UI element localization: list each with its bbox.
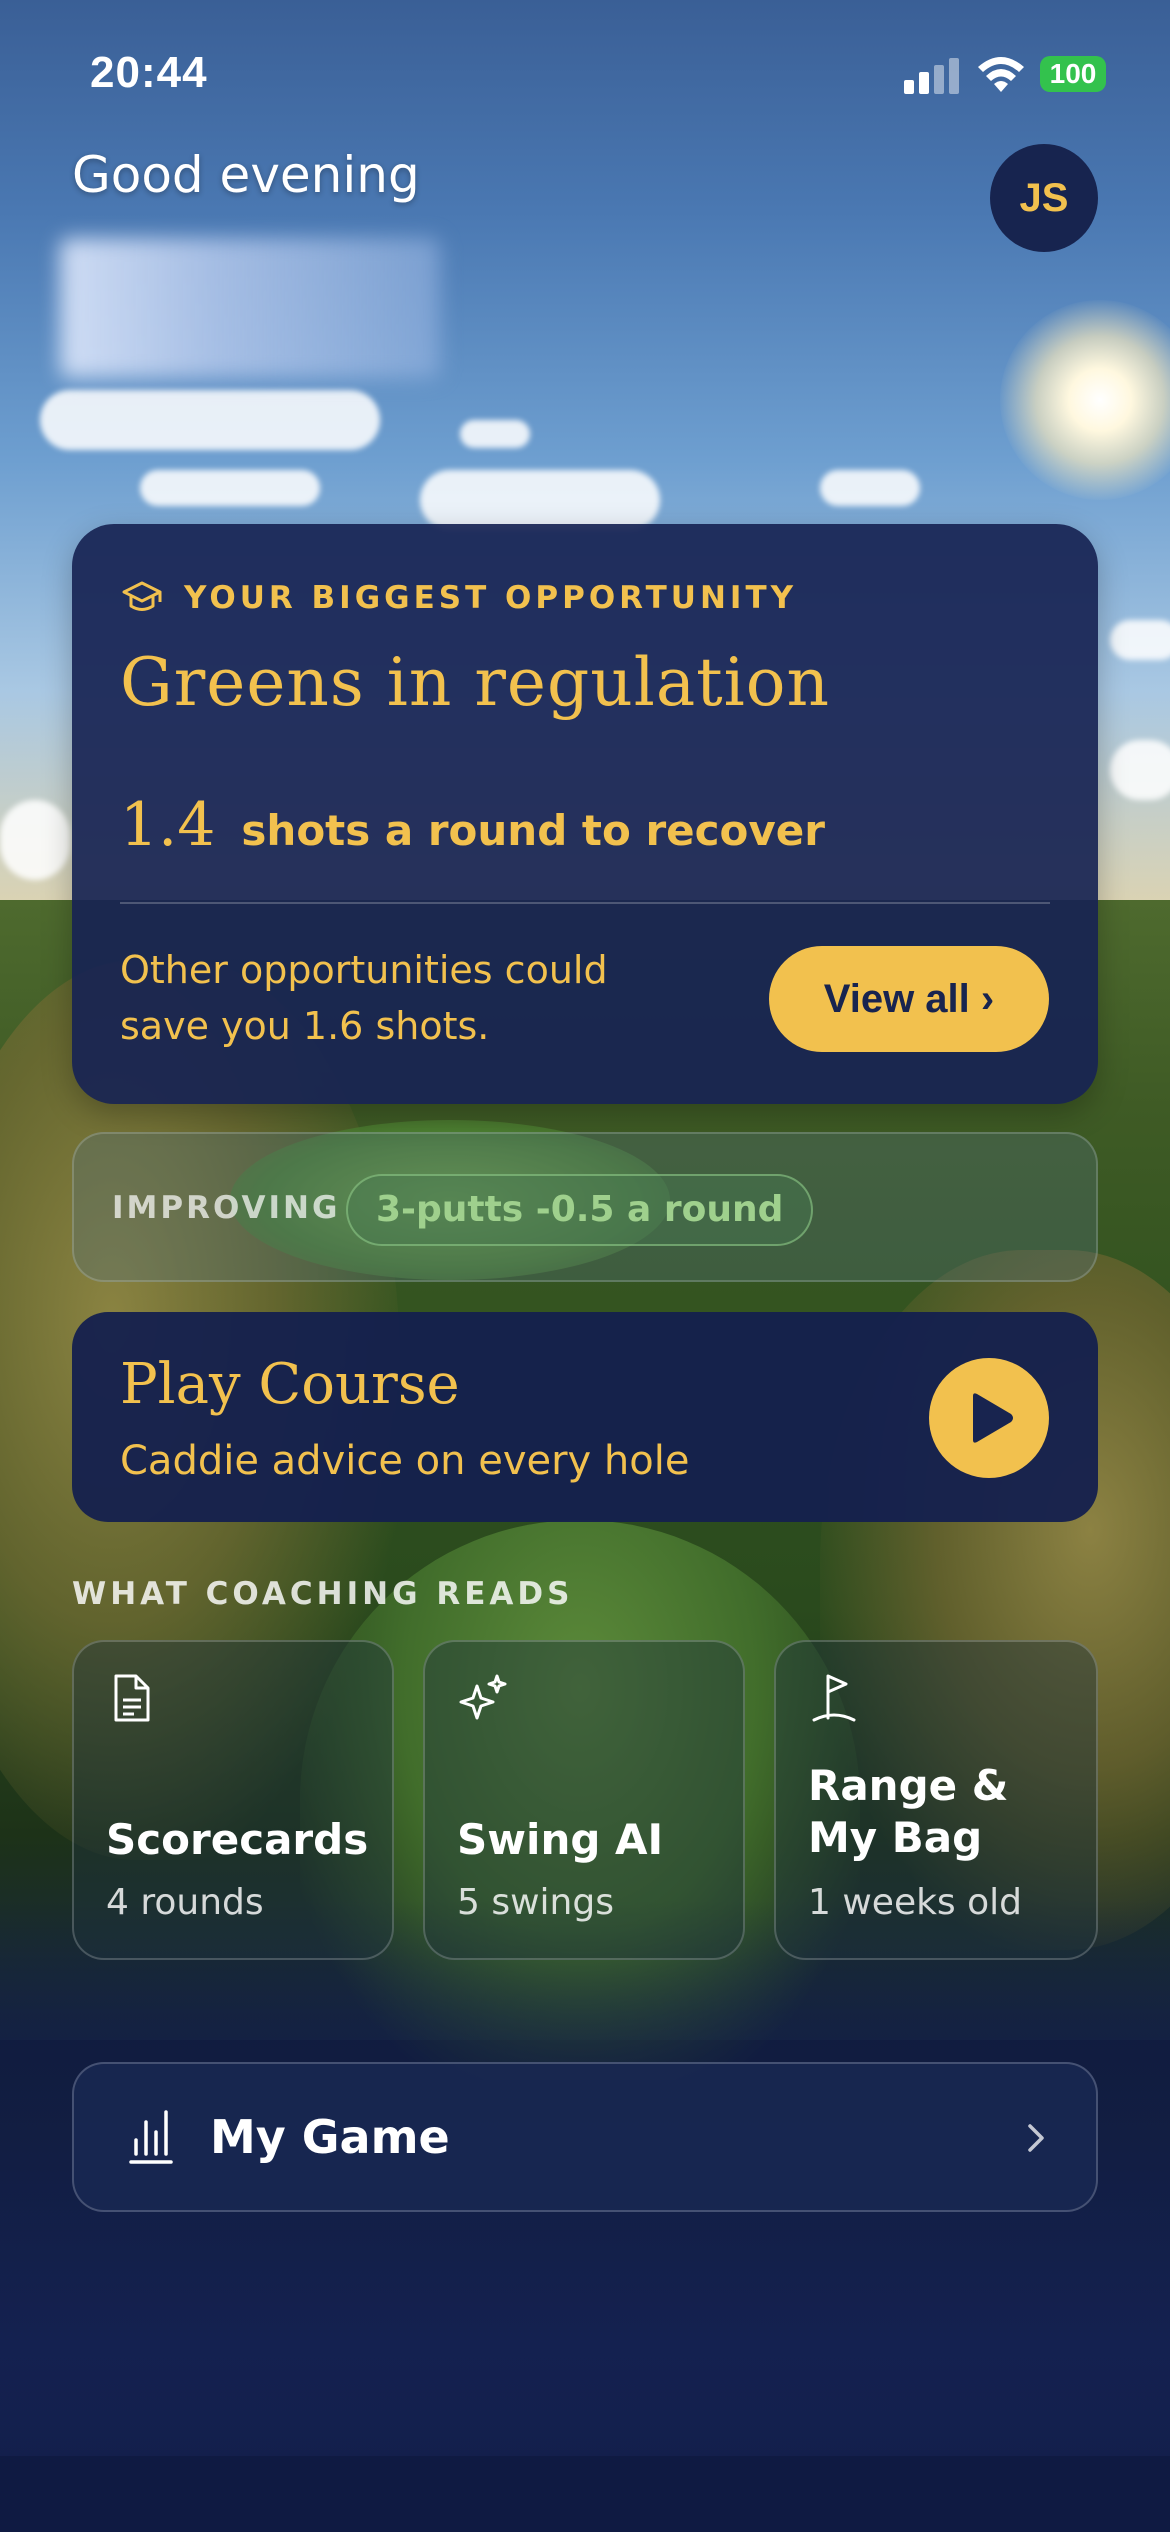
my-game-row[interactable]: My Game [72, 2062, 1098, 2212]
home-indicator-bar [0, 2456, 1170, 2532]
cloud [460, 420, 530, 448]
bottom-gradient [0, 1900, 1170, 2532]
tile-title: Swing AI [457, 1815, 664, 1864]
cloud [0, 800, 70, 880]
other-opportunities-text: Other opportunities could save you 1.6 s… [120, 948, 608, 1048]
shots-text: shots a round to recover [241, 806, 825, 855]
biggest-opportunity-card[interactable]: YOUR BIGGEST OPPORTUNITY Greens in regul… [72, 524, 1098, 1104]
tile-title: Scorecards [106, 1815, 369, 1864]
range-my-bag-tile[interactable]: Range & My Bag 1 weeks old [774, 1640, 1098, 1960]
battery-icon: 100 [1040, 56, 1106, 92]
greeting: Good evening [72, 146, 420, 204]
bar-chart-icon [129, 2110, 173, 2164]
my-game-label: My Game [210, 2110, 450, 2164]
signal-icon [904, 58, 959, 94]
coaching-section-label: WHAT COACHING READS [72, 1576, 574, 1612]
opportunity-stat: 1.4 shots a round to recover [120, 790, 825, 860]
improving-label: IMPROVING [112, 1190, 341, 1226]
cloud [420, 470, 660, 530]
flag-icon [812, 1674, 856, 1722]
improving-pill: 3-putts -0.5 a round [346, 1174, 814, 1246]
shots-value: 1.4 [120, 790, 216, 860]
scorecards-tile[interactable]: Scorecards 4 rounds [72, 1640, 394, 1960]
cloud [1110, 740, 1170, 800]
graduation-cap-icon [122, 581, 162, 611]
play-course-subtitle: Caddie advice on every hole [120, 1438, 690, 1484]
divider [120, 902, 1050, 904]
cloud [140, 470, 320, 506]
status-bar: 20:44 100 [0, 0, 1170, 140]
avatar[interactable]: JS [990, 144, 1098, 252]
view-all-button[interactable]: View all › [769, 946, 1049, 1052]
tile-title: Range & My Bag [808, 1761, 1009, 1862]
swing-ai-tile[interactable]: Swing AI 5 swings [423, 1640, 745, 1960]
tile-subtitle: 5 swings [457, 1882, 614, 1923]
cloud [40, 390, 380, 450]
opportunity-title: Greens in regulation [120, 644, 831, 721]
tile-subtitle: 1 weeks old [808, 1882, 1023, 1923]
chevron-right-icon [1028, 2124, 1044, 2152]
improving-row[interactable]: IMPROVING 3-putts -0.5 a round [72, 1132, 1098, 1282]
play-icon [973, 1393, 1013, 1443]
tile-subtitle: 4 rounds [106, 1882, 264, 1923]
document-icon [114, 1674, 150, 1722]
user-name-redacted [60, 238, 440, 378]
wifi-icon [978, 57, 1024, 92]
cloud [820, 470, 920, 506]
play-button[interactable] [929, 1358, 1049, 1478]
opportunity-heading-label: YOUR BIGGEST OPPORTUNITY [184, 580, 798, 616]
sparkles-icon [459, 1674, 507, 1720]
opportunity-heading: YOUR BIGGEST OPPORTUNITY [120, 576, 797, 620]
status-time: 20:44 [90, 48, 208, 97]
play-course-card[interactable]: Play Course Caddie advice on every hole [72, 1312, 1098, 1522]
cloud [1110, 620, 1170, 660]
play-course-title: Play Course [120, 1352, 460, 1417]
